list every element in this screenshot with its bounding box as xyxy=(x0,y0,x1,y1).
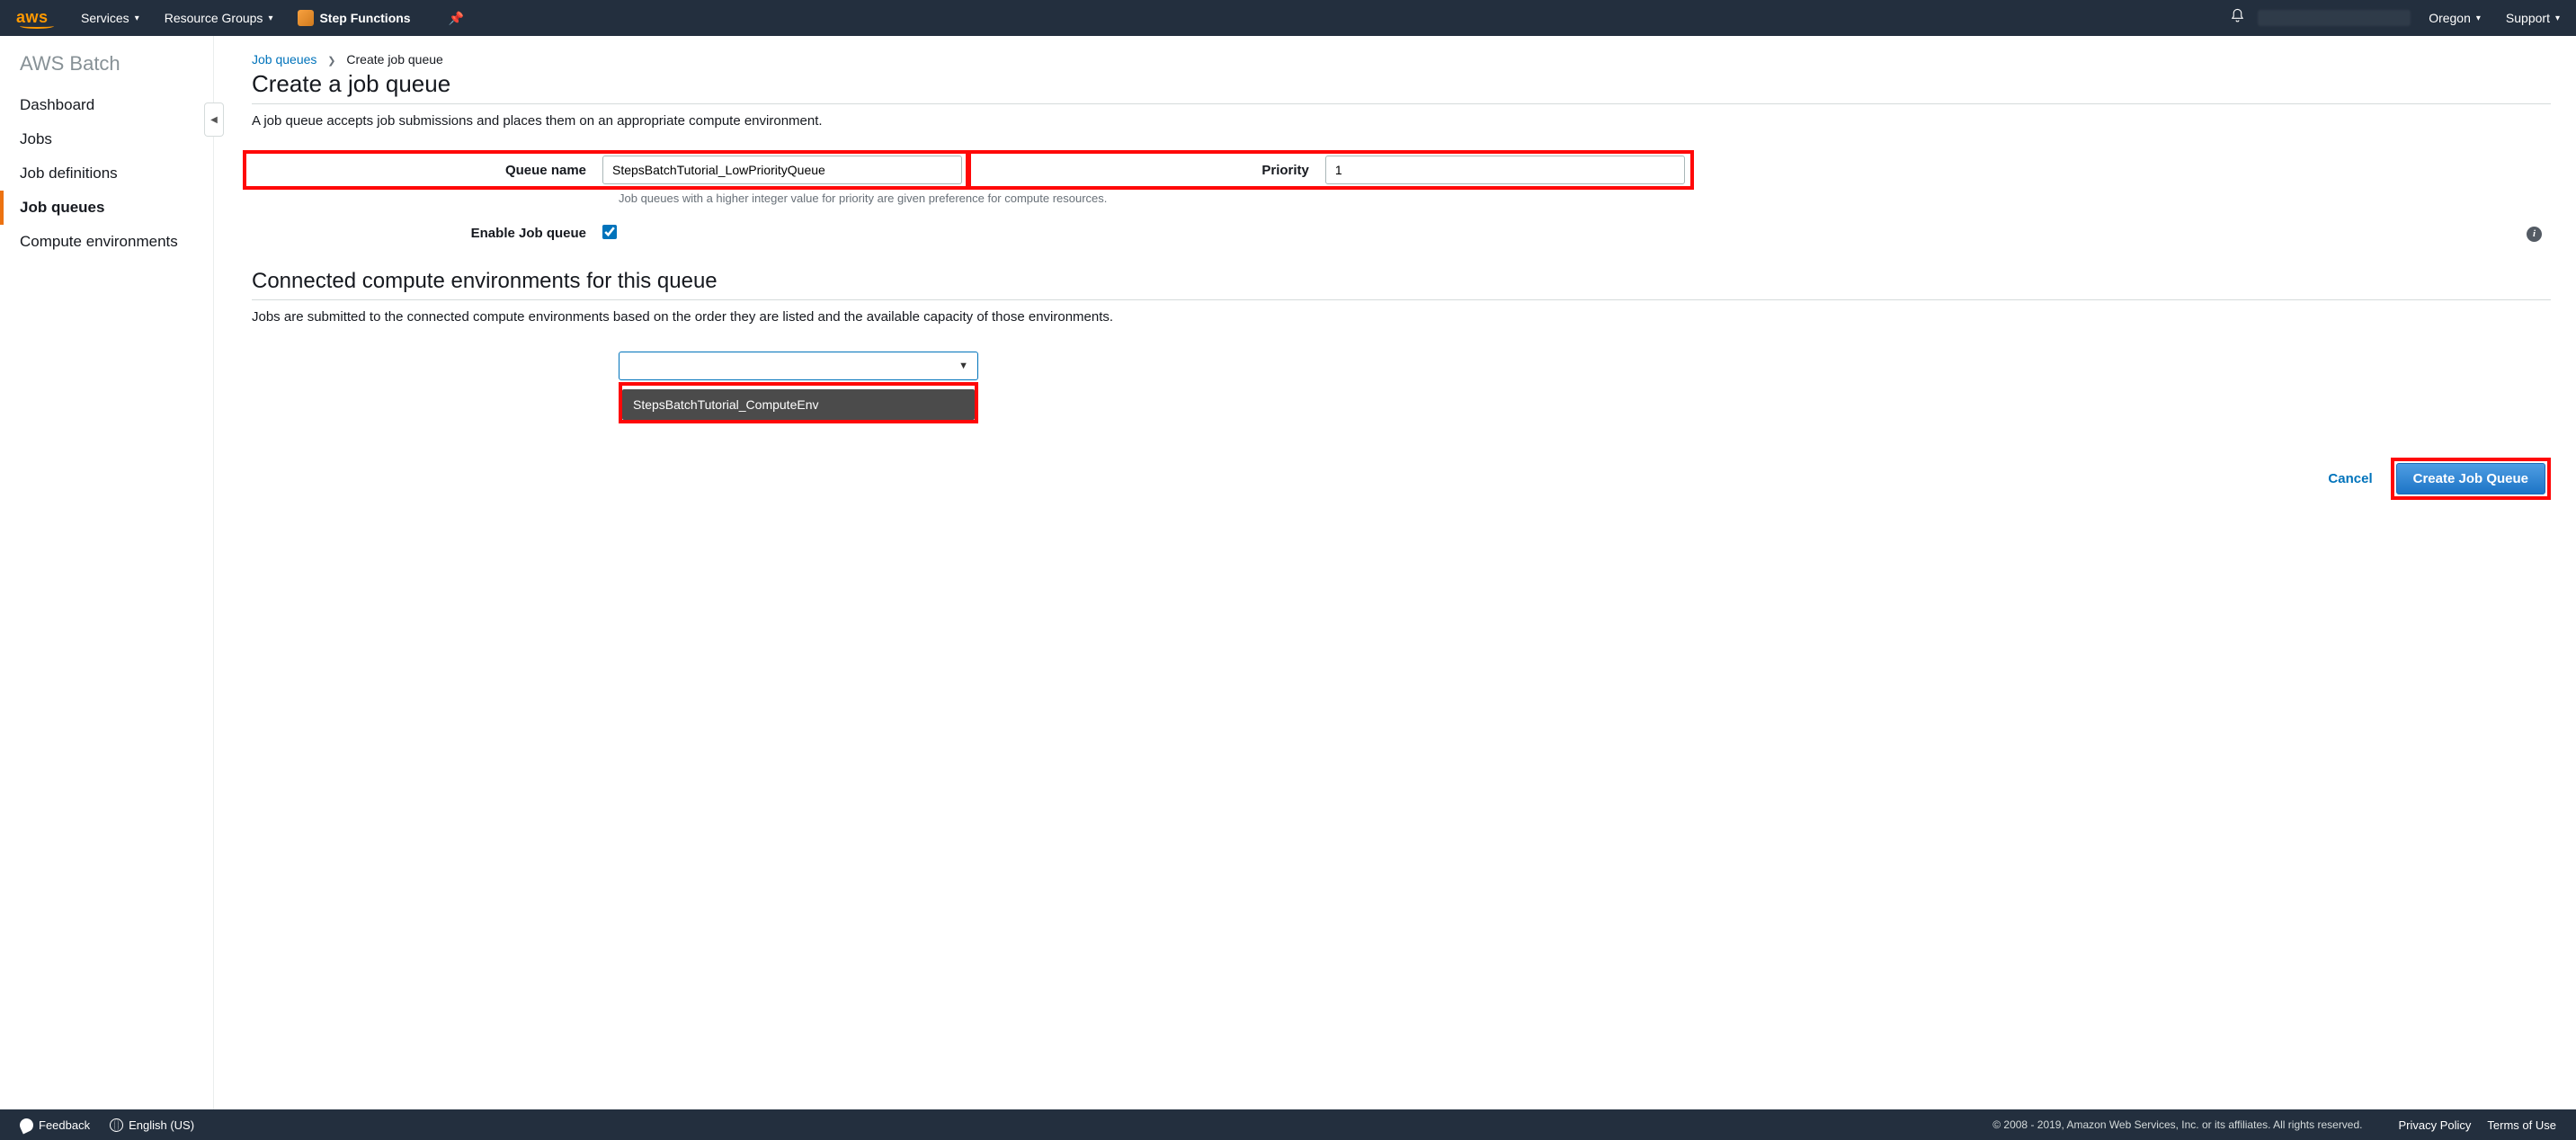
priority-help-text: Job queues with a higher integer value f… xyxy=(619,191,1176,205)
notifications-icon[interactable] xyxy=(2230,8,2245,28)
divider xyxy=(252,299,2551,300)
language-selector[interactable]: English (US) xyxy=(110,1118,194,1132)
priority-input[interactable] xyxy=(1325,156,1685,184)
feedback-label: Feedback xyxy=(39,1118,90,1132)
caret-down-icon: ▾ xyxy=(135,13,139,23)
compute-env-option[interactable]: StepsBatchTutorial_ComputeEnv xyxy=(622,389,975,420)
chevron-left-icon: ◀ xyxy=(210,115,218,125)
queue-name-label: Queue name xyxy=(252,163,602,178)
terms-of-use-link[interactable]: Terms of Use xyxy=(2487,1118,2556,1132)
step-functions-icon xyxy=(298,10,314,26)
page-description: A job queue accepts job submissions and … xyxy=(252,113,2551,129)
speech-bubble-icon xyxy=(18,1116,36,1134)
caret-down-icon: ▾ xyxy=(268,13,272,23)
content: Job queues ❯ Create job queue Create a j… xyxy=(214,36,2576,1109)
queue-name-input[interactable] xyxy=(602,156,962,184)
sidebar: AWS Batch Dashboard Jobs Job definitions… xyxy=(0,36,214,1109)
globe-icon xyxy=(110,1118,123,1132)
nav-resource-groups[interactable]: Resource Groups ▾ xyxy=(165,11,273,25)
aws-logo-text: aws xyxy=(16,8,49,26)
sidebar-item-compute-environments[interactable]: Compute environments xyxy=(20,225,213,259)
compute-env-dropdown[interactable]: ▼ xyxy=(619,352,978,380)
nav-services[interactable]: Services ▾ xyxy=(81,11,139,25)
top-nav: aws Services ▾ Resource Groups ▾ Step Fu… xyxy=(0,0,2576,36)
feedback-link[interactable]: Feedback xyxy=(20,1118,90,1132)
caret-down-icon: ▾ xyxy=(2476,13,2481,23)
language-label: English (US) xyxy=(129,1118,194,1132)
nav-resource-groups-label: Resource Groups xyxy=(165,11,263,25)
chevron-right-icon: ❯ xyxy=(327,56,335,67)
priority-label: Priority xyxy=(975,163,1325,178)
sidebar-item-job-definitions[interactable]: Job definitions xyxy=(20,156,213,191)
nav-support-label: Support xyxy=(2506,11,2550,25)
sidebar-collapse-handle[interactable]: ◀ xyxy=(204,102,224,137)
sidebar-item-dashboard[interactable]: Dashboard xyxy=(20,88,213,122)
nav-support[interactable]: Support ▾ xyxy=(2506,11,2560,25)
breadcrumb: Job queues ❯ Create job queue xyxy=(252,52,2551,67)
section-title: Connected compute environments for this … xyxy=(252,269,2551,294)
sidebar-item-jobs[interactable]: Jobs xyxy=(20,122,213,156)
sidebar-item-job-queues[interactable]: Job queues xyxy=(0,191,213,225)
copyright-text: © 2008 - 2019, Amazon Web Services, Inc.… xyxy=(1992,1118,2362,1131)
caret-down-icon: ▼ xyxy=(958,361,968,371)
create-job-queue-button[interactable]: Create Job Queue xyxy=(2396,463,2545,494)
form-actions: Cancel Create Job Queue xyxy=(252,458,2551,500)
nav-region-label: Oregon xyxy=(2429,11,2471,25)
account-menu[interactable] xyxy=(2258,10,2411,26)
cancel-button[interactable]: Cancel xyxy=(2328,471,2372,486)
page-title: Create a job queue xyxy=(252,70,2551,98)
pin-icon[interactable]: 📌 xyxy=(449,11,464,26)
nav-services-label: Services xyxy=(81,11,129,25)
section-description: Jobs are submitted to the connected comp… xyxy=(252,309,2551,325)
divider xyxy=(252,103,2551,104)
info-icon[interactable]: i xyxy=(2527,227,2542,242)
breadcrumb-current: Create job queue xyxy=(346,52,442,67)
aws-logo[interactable]: aws xyxy=(16,8,54,29)
caret-down-icon: ▾ xyxy=(2555,13,2560,23)
privacy-policy-link[interactable]: Privacy Policy xyxy=(2399,1118,2472,1132)
nav-step-functions[interactable]: Step Functions xyxy=(298,10,410,26)
breadcrumb-parent[interactable]: Job queues xyxy=(252,52,316,67)
enable-job-queue-label: Enable Job queue xyxy=(252,226,602,241)
footer: Feedback English (US) © 2008 - 2019, Ama… xyxy=(0,1109,2576,1140)
enable-job-queue-checkbox[interactable] xyxy=(602,225,617,239)
sidebar-title: AWS Batch xyxy=(20,52,213,76)
nav-region[interactable]: Oregon ▾ xyxy=(2429,11,2481,25)
nav-step-functions-label: Step Functions xyxy=(319,11,410,25)
